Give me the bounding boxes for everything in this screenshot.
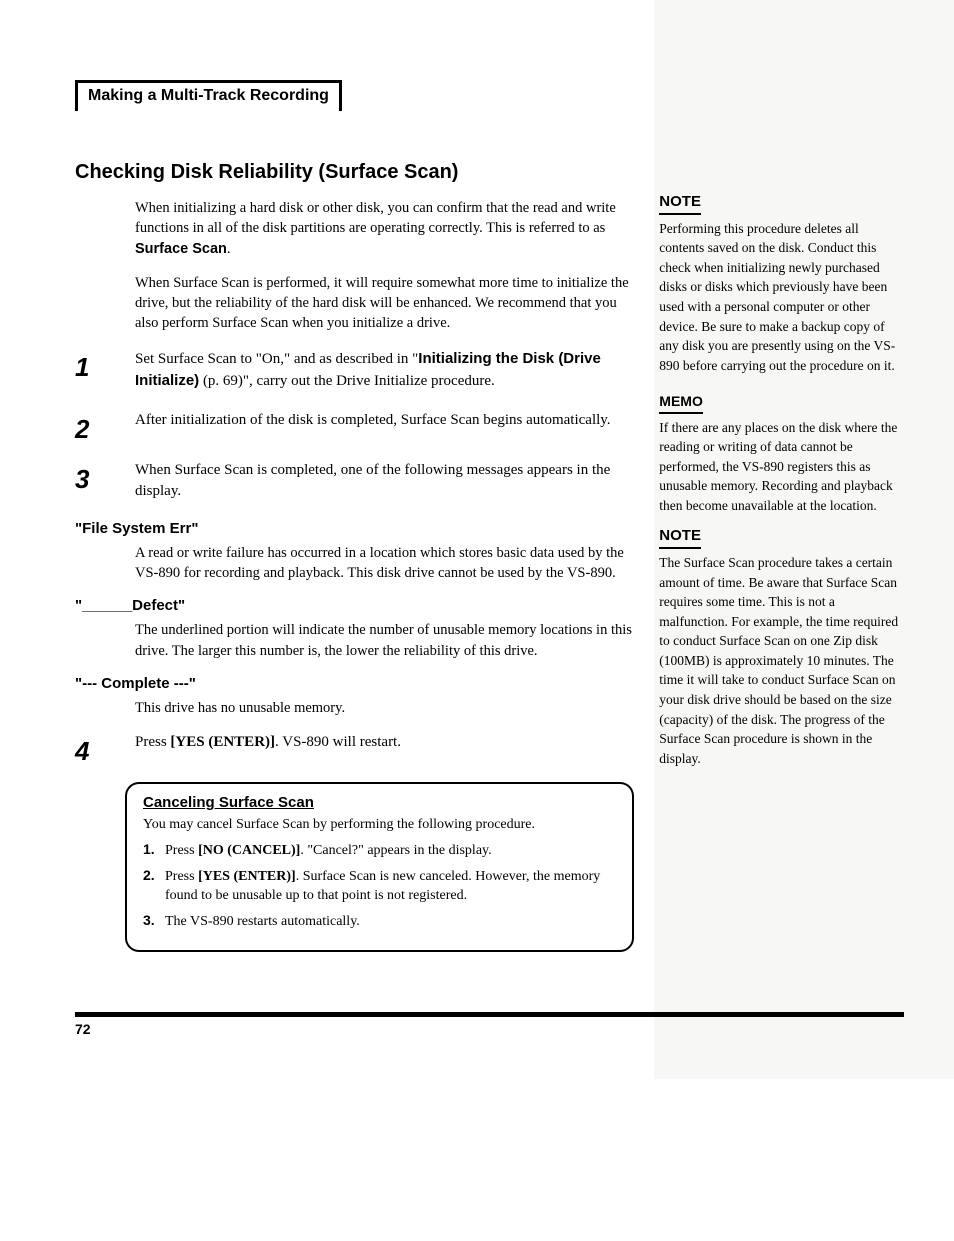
note-icon: NOTE [659, 191, 701, 215]
step-4: 4 Press [YES (ENTER)]. VS-890 will resta… [75, 732, 634, 764]
message-heading-file-system-err: "File System Err" [75, 520, 634, 537]
page-footer: 72 [75, 1012, 904, 1039]
step-1: 1 Set Surface Scan to "On," and as descr… [75, 348, 634, 392]
step-body: Press [YES (ENTER)]. VS-890 will restart… [135, 732, 401, 764]
memo-icon: MEMO [659, 391, 703, 413]
cancel-intro: You may cancel Surface Scan by performin… [143, 817, 616, 833]
side-note-text: Performing this procedure deletes all co… [659, 219, 904, 376]
side-memo: MEMO If there are any places on the disk… [659, 385, 904, 515]
message-body: A read or write failure has occurred in … [135, 543, 634, 584]
note-icon: NOTE [659, 525, 701, 549]
cancel-title: Canceling Surface Scan [143, 794, 616, 811]
message-body: This drive has no unusable memory. [135, 698, 634, 718]
side-memo-text: If there are any places on the disk wher… [659, 418, 904, 516]
main-column: Checking Disk Reliability (Surface Scan)… [75, 161, 634, 952]
side-note-1: NOTE Performing this procedure deletes a… [659, 191, 904, 375]
step-number: 1 [75, 348, 135, 392]
side-column: NOTE Performing this procedure deletes a… [659, 161, 904, 952]
cancel-box: Canceling Surface Scan You may cancel Su… [125, 782, 634, 951]
intro-paragraph-1: When initializing a hard disk or other d… [135, 198, 634, 259]
step-body: After initialization of the disk is comp… [135, 410, 611, 442]
step-body: Set Surface Scan to "On," and as describ… [135, 348, 634, 392]
side-note-2: NOTE The Surface Scan procedure takes a … [659, 525, 904, 768]
cancel-step-1: 1. Press [NO (CANCEL)]. "Cancel?" appear… [143, 841, 616, 861]
message-heading-defect: "______Defect" [75, 597, 634, 614]
side-note-text: The Surface Scan procedure takes a certa… [659, 553, 904, 768]
step-number: 2 [75, 410, 135, 442]
section-title: Checking Disk Reliability (Surface Scan) [75, 161, 634, 184]
step-body: When Surface Scan is completed, one of t… [135, 460, 634, 502]
step-number: 4 [75, 732, 135, 764]
step-3: 3 When Surface Scan is completed, one of… [75, 460, 634, 502]
step-number: 3 [75, 460, 135, 502]
page-number: 72 [75, 1021, 91, 1037]
message-heading-complete: "--- Complete ---" [75, 675, 634, 692]
intro-paragraph-2: When Surface Scan is performed, it will … [135, 273, 634, 334]
cancel-step-2: 2. Press [YES (ENTER)]. Surface Scan is … [143, 867, 616, 906]
breadcrumb: Making a Multi-Track Recording [88, 87, 329, 104]
message-body: The underlined portion will indicate the… [135, 620, 634, 661]
step-2: 2 After initialization of the disk is co… [75, 410, 634, 442]
breadcrumb-box: Making a Multi-Track Recording [75, 80, 342, 111]
cancel-step-3: 3. The VS-890 restarts automatically. [143, 912, 616, 932]
